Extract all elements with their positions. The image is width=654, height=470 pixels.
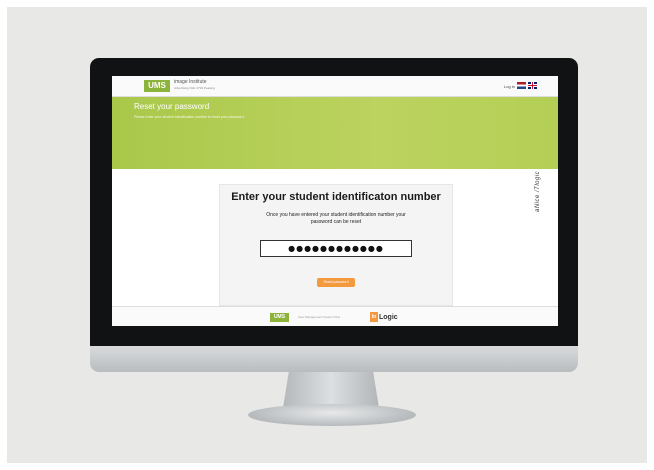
footer-ums-logo: UMS <box>270 313 289 322</box>
reset-password-button[interactable]: Reset password <box>317 278 355 287</box>
language-switcher <box>517 82 537 89</box>
ums-logo[interactable]: UMS <box>144 80 170 92</box>
inlogic-mark: In <box>370 312 378 322</box>
brand-subtitle: Advertising NHL 3794 Peasing <box>174 86 215 90</box>
login-link[interactable]: Log in <box>504 84 515 89</box>
monitor-screen: UMS image Institute Advertising NHL 3794… <box>112 76 558 326</box>
uk-flag-icon[interactable] <box>528 82 537 89</box>
footer-tagline: User Management System Plus <box>298 315 341 319</box>
form-instruction: Once you have entered your student ident… <box>266 212 406 225</box>
monitor-stand-neck <box>283 372 379 408</box>
page-title: Reset your password <box>134 102 210 111</box>
brand-title: image Institute <box>174 79 207 85</box>
page-banner: Reset your password Please enter your st… <box>112 97 558 169</box>
inlogic-name: Logic <box>379 313 398 321</box>
student-id-input[interactable]: ●●●●●●●●●●●● <box>260 240 412 257</box>
monitor-stand-base <box>248 404 416 426</box>
reset-form-card: Enter your student identificaton number … <box>219 184 453 306</box>
site-header: UMS image Institute Advertising NHL 3794… <box>112 76 558 97</box>
dutch-flag-icon[interactable] <box>517 82 526 89</box>
form-title: Enter your student identificaton number <box>231 191 441 203</box>
monitor-chin <box>90 346 578 372</box>
page-subtitle: Please enter your student identification… <box>134 115 244 119</box>
inlogic-logo: In Logic <box>370 312 398 322</box>
signature-watermark: aNice /Tlogic <box>535 170 541 212</box>
site-footer: UMS User Management System Plus In Logic <box>112 306 558 326</box>
